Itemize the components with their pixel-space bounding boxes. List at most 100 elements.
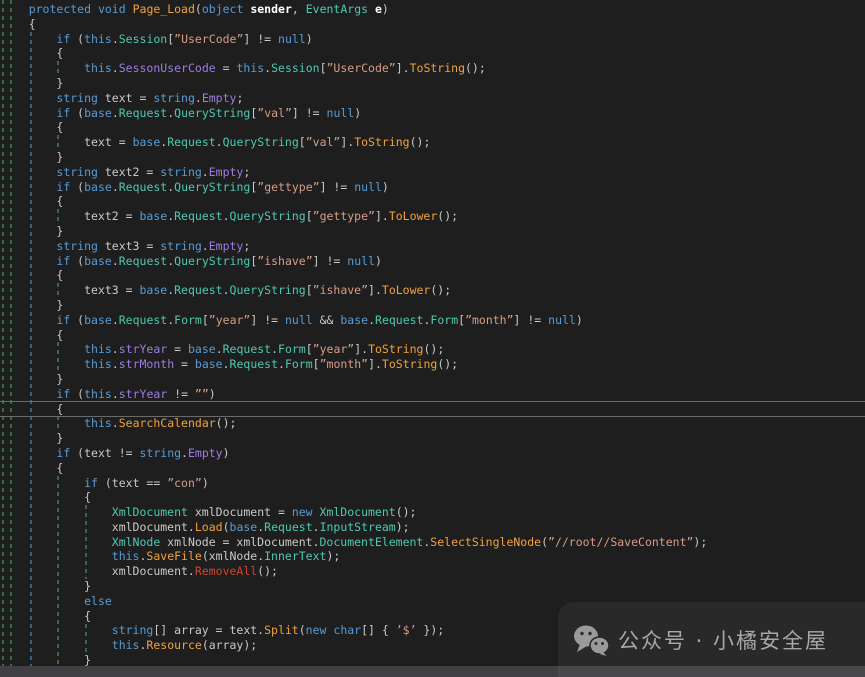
code-token: Empty	[209, 239, 244, 253]
code-token: QueryString	[230, 209, 306, 223]
code-line[interactable]: XmlDocument xmlDocument = new XmlDocumen…	[1, 505, 865, 520]
code-token: xmlDocument =	[188, 505, 292, 519]
code-area[interactable]: protected void Page_Load(object sender, …	[0, 0, 865, 668]
code-token: (	[299, 623, 306, 637]
code-line[interactable]: this.SaveFile(xmlNode.InnerText);	[1, 549, 865, 564]
code-token: InputStream	[320, 520, 396, 534]
code-line[interactable]: string text = string.Empty;	[1, 91, 865, 106]
code-line[interactable]: protected void Page_Load(object sender, …	[1, 2, 865, 17]
code-token: SessonUserCode	[119, 61, 216, 75]
code-line[interactable]: this.SessonUserCode = this.Session[”User…	[1, 61, 865, 76]
code-token: base	[340, 313, 368, 327]
code-line[interactable]: }	[1, 372, 865, 387]
code-token: Form	[430, 313, 458, 327]
code-token: .	[313, 520, 320, 534]
code-line[interactable]: }	[1, 431, 865, 446]
code-token: ();	[423, 342, 444, 356]
code-token	[1, 549, 112, 563]
code-token: {	[1, 402, 63, 416]
code-line[interactable]: {	[1, 194, 865, 209]
code-line[interactable]: {	[1, 120, 865, 135]
code-line[interactable]: this.strYear = base.Request.Form[”year”]…	[1, 342, 865, 357]
code-token: ”gettype”	[257, 180, 319, 194]
code-line[interactable]: {	[1, 490, 865, 505]
code-token: InnerText	[264, 549, 326, 563]
code-line[interactable]: }	[1, 76, 865, 91]
code-token: if	[56, 387, 70, 401]
code-line[interactable]: {	[1, 328, 865, 343]
code-token: Resource	[146, 638, 201, 652]
code-line[interactable]: string text3 = string.Empty;	[1, 239, 865, 254]
code-token: )	[223, 446, 230, 460]
code-token: (	[223, 520, 230, 534]
code-token: this	[236, 61, 264, 75]
code-token	[126, 2, 133, 16]
code-line[interactable]: xmlDocument.RemoveAll();	[1, 564, 865, 579]
code-token: .	[112, 342, 119, 356]
code-line[interactable]: {	[1, 17, 865, 32]
code-token: ();	[410, 135, 431, 149]
code-token: .	[112, 313, 119, 327]
code-line[interactable]: }	[1, 579, 865, 594]
code-token: }	[1, 431, 63, 445]
code-line[interactable]: if (base.Request.QueryString[”gettype”] …	[1, 180, 865, 195]
code-line[interactable]: if (this.Session[”UserCode”] != null)	[1, 32, 865, 47]
code-token: base	[84, 313, 112, 327]
code-line[interactable]: {	[1, 402, 865, 417]
code-token: ”gettype”	[313, 209, 375, 223]
code-line[interactable]: XmlNode xmlNode = xmlDocument.DocumentEl…	[1, 535, 865, 550]
code-line[interactable]: }	[1, 150, 865, 165]
code-token: )	[375, 254, 382, 268]
code-line[interactable]: if (text != string.Empty)	[1, 446, 865, 461]
code-token: ””	[195, 387, 209, 401]
code-line[interactable]: string text2 = string.Empty;	[1, 165, 865, 180]
code-line[interactable]: text3 = base.Request.QueryString[”ishave…	[1, 283, 865, 298]
code-line[interactable]: xmlDocument.Load(base.Request.InputStrea…	[1, 520, 865, 535]
code-token: ”year”	[313, 342, 355, 356]
code-token: null	[285, 313, 313, 327]
code-token: text =	[1, 135, 133, 149]
code-token: strYear	[119, 387, 167, 401]
code-token: this	[112, 549, 140, 563]
code-token: .	[112, 387, 119, 401]
code-line[interactable]: if (text == ”con”)	[1, 476, 865, 491]
code-token: Request	[174, 283, 222, 297]
code-line[interactable]: text2 = base.Request.QueryString[”gettyp…	[1, 209, 865, 224]
code-token: )	[576, 313, 583, 327]
code-token: protected	[29, 2, 91, 16]
code-token: this	[84, 32, 112, 46]
code-token: this	[112, 638, 140, 652]
code-token: {	[1, 268, 63, 282]
code-token: }	[1, 298, 63, 312]
code-line[interactable]: }	[1, 224, 865, 239]
code-token: =	[216, 61, 237, 75]
code-token: ].	[340, 135, 354, 149]
code-token: ’$’	[396, 623, 417, 637]
code-line[interactable]: this.strMonth = base.Request.Form[”month…	[1, 357, 865, 372]
code-token: SaveFile	[146, 549, 201, 563]
code-token: {	[1, 120, 63, 134]
code-line[interactable]: if (base.Request.QueryString[”val”] != n…	[1, 106, 865, 121]
code-line[interactable]: if (base.Request.QueryString[”ishave”] !…	[1, 254, 865, 269]
code-token: .	[112, 416, 119, 430]
code-token: XmlDocument	[320, 505, 396, 519]
code-line[interactable]: if (base.Request.Form[”year”] != null &&…	[1, 313, 865, 328]
code-line[interactable]: }	[1, 298, 865, 313]
code-token	[91, 2, 98, 16]
code-line[interactable]: {	[1, 46, 865, 61]
code-token: Empty	[209, 165, 244, 179]
code-token	[1, 32, 56, 46]
code-token: RemoveAll	[195, 564, 257, 578]
code-token: string	[140, 446, 182, 460]
code-token: this	[84, 387, 112, 401]
code-token: Form	[278, 342, 306, 356]
code-token: if	[56, 180, 70, 194]
code-line[interactable]: {	[1, 268, 865, 283]
code-token: }	[1, 579, 91, 593]
code-line[interactable]: text = base.Request.QueryString[”val”].T…	[1, 135, 865, 150]
code-line[interactable]: this.SearchCalendar();	[1, 416, 865, 431]
code-line[interactable]: {	[1, 461, 865, 476]
code-token: ”year”	[209, 313, 251, 327]
code-line[interactable]: if (this.strYear != ””)	[1, 387, 865, 402]
code-token: }	[1, 653, 91, 667]
